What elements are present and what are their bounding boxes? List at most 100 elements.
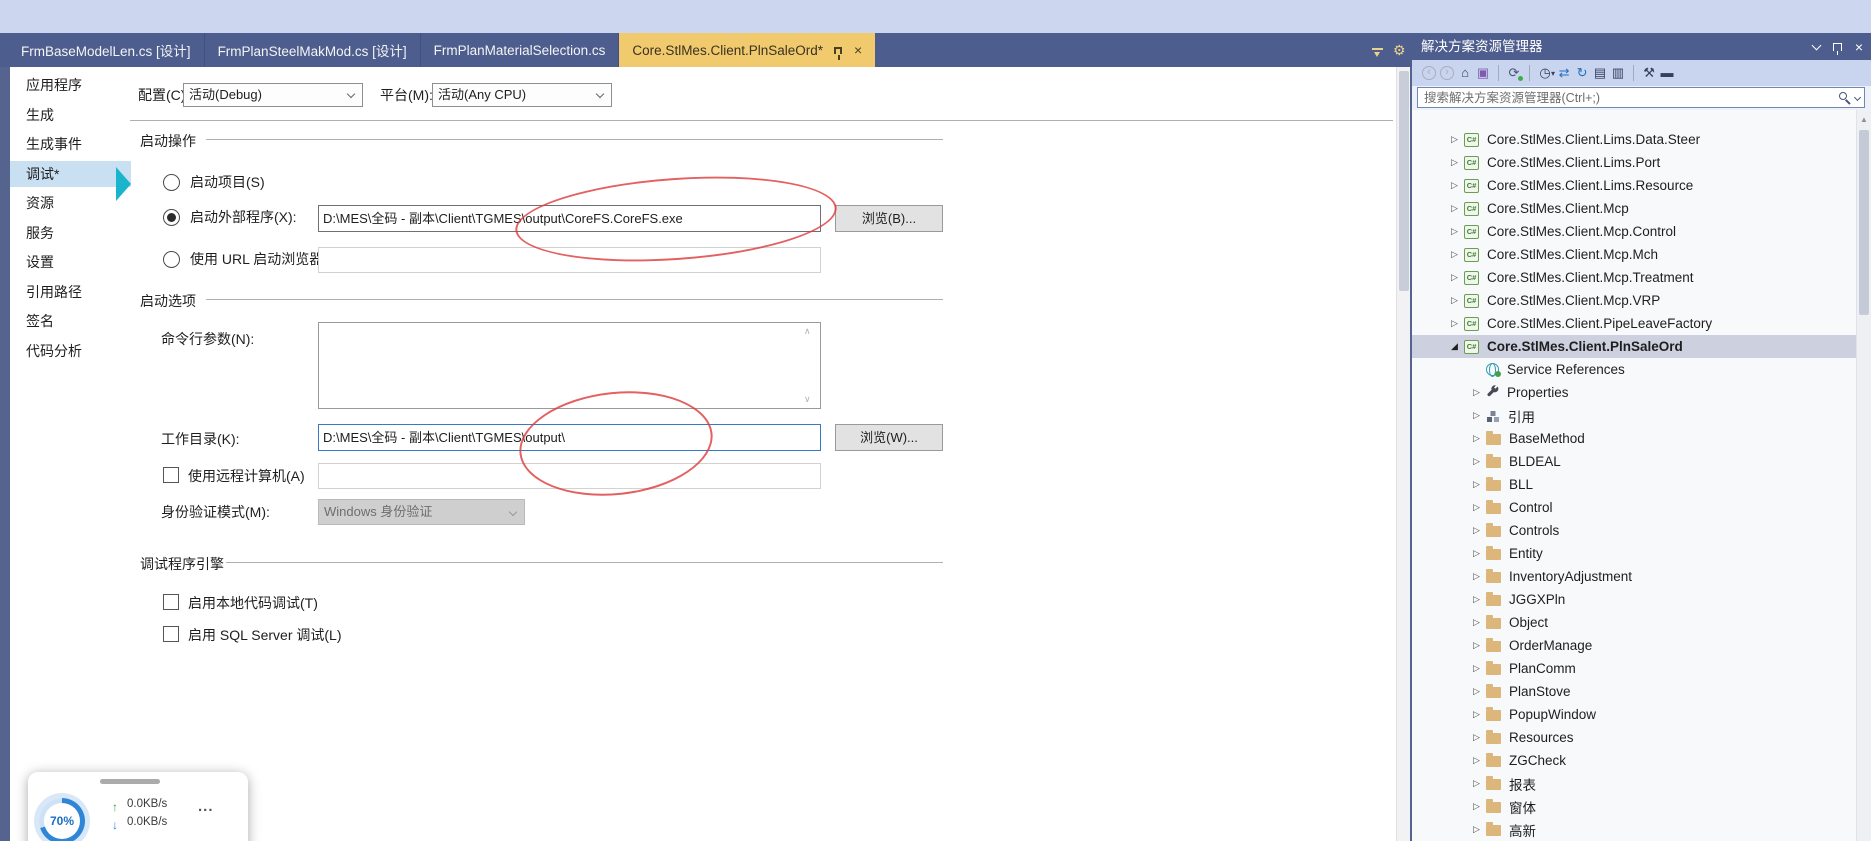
tree-row-core-stlmes-client-mcp-mch[interactable]: ▷C#Core.StlMes.Client.Mcp.Mch xyxy=(1412,243,1856,266)
browse-working-dir-button[interactable]: 浏览(W)... xyxy=(835,424,943,451)
browse-external-program-button[interactable]: 浏览(B)... xyxy=(835,205,943,232)
home-icon[interactable]: ⌂ xyxy=(1456,64,1474,82)
nav-item-9[interactable]: 签名 xyxy=(10,308,131,334)
nav-item-3[interactable]: 生成事件 xyxy=(10,131,131,157)
tree-row-core-stlmes-client-lims-data-steer[interactable]: ▷C#Core.StlMes.Client.Lims.Data.Steer xyxy=(1412,128,1856,151)
tree-expander-icon[interactable]: ▷ xyxy=(1470,525,1483,536)
tree-row-basemethod[interactable]: ▷BaseMethod xyxy=(1412,427,1856,450)
tree-expander-icon[interactable]: ▷ xyxy=(1470,755,1483,766)
refresh-icon[interactable]: ⇄ xyxy=(1555,64,1573,82)
net-monitor-widget[interactable]: 70% ↑ 0.0KB/s ↓ 0.0KB/s ... xyxy=(28,772,248,841)
nav-item-1[interactable]: 应用程序 xyxy=(10,72,131,98)
nav-item-8[interactable]: 引用路径 xyxy=(10,279,131,305)
tree-expander-icon[interactable]: ▷ xyxy=(1448,180,1461,191)
tree-expander-icon[interactable]: ▷ xyxy=(1470,824,1483,835)
tree-row-properties[interactable]: ▷Properties xyxy=(1412,381,1856,404)
tree-row-core-stlmes-client-lims-resource[interactable]: ▷C#Core.StlMes.Client.Lims.Resource xyxy=(1412,174,1856,197)
update-icon[interactable]: ↻ xyxy=(1573,64,1591,82)
tree-row-bldeal[interactable]: ▷BLDEAL xyxy=(1412,450,1856,473)
properties-icon[interactable]: ⚒ xyxy=(1640,64,1658,82)
drag-handle[interactable] xyxy=(100,779,160,784)
main-scrollbar[interactable] xyxy=(1396,67,1410,841)
tree-expander-icon[interactable]: ▷ xyxy=(1448,134,1461,145)
search-icon[interactable] xyxy=(1839,92,1847,100)
tree-row-inventoryadjustment[interactable]: ▷InventoryAdjustment xyxy=(1412,565,1856,588)
tree-row-entity[interactable]: ▷Entity xyxy=(1412,542,1856,565)
tree-row-core-stlmes-client-plnsaleord[interactable]: ◢C#Core.StlMes.Client.PlnSaleOrd xyxy=(1412,335,1856,358)
tree-row--[interactable]: ▷窗体 xyxy=(1412,795,1856,818)
tree-row-bll[interactable]: ▷BLL xyxy=(1412,473,1856,496)
tree-row--[interactable]: ▷高新 xyxy=(1412,818,1856,841)
forward-icon[interactable]: › xyxy=(1440,66,1454,80)
nav-item-10[interactable]: 代码分析 xyxy=(10,338,131,364)
tree-row-zgcheck[interactable]: ▷ZGCheck xyxy=(1412,749,1856,772)
pin-icon[interactable] xyxy=(834,47,842,54)
native-debug-checkbox[interactable] xyxy=(163,594,179,610)
tree-expander-icon[interactable]: ◢ xyxy=(1448,341,1461,352)
tree-expander-icon[interactable]: ▷ xyxy=(1448,157,1461,168)
tree-expander-icon[interactable]: ▷ xyxy=(1470,778,1483,789)
tree-expander-icon[interactable]: ▷ xyxy=(1470,548,1483,559)
external-program-radio[interactable] xyxy=(163,209,180,226)
tree-expander-icon[interactable]: ▷ xyxy=(1470,640,1483,651)
tree-expander-icon[interactable]: ▷ xyxy=(1470,456,1483,467)
tree-expander-icon[interactable]: ▷ xyxy=(1448,318,1461,329)
document-tab-3[interactable]: Core.StlMes.Client.PlnSaleOrd*× xyxy=(619,33,875,67)
nav-item-5[interactable]: 资源 xyxy=(10,190,131,216)
tree-expander-icon[interactable]: ▷ xyxy=(1470,387,1483,398)
tree-expander-icon[interactable]: ▷ xyxy=(1448,226,1461,237)
tree-expander-icon[interactable]: ▷ xyxy=(1470,686,1483,697)
copy-icon[interactable]: ▤ xyxy=(1591,64,1609,82)
scroll-up-icon[interactable]: ∧ xyxy=(804,327,811,336)
tree-expander-icon[interactable]: ▷ xyxy=(1470,709,1483,720)
tree-expander-icon[interactable]: ▷ xyxy=(1448,295,1461,306)
tree-expander-icon[interactable]: ▷ xyxy=(1470,801,1483,812)
tree-row-core-stlmes-client-mcp-vrp[interactable]: ▷C#Core.StlMes.Client.Mcp.VRP xyxy=(1412,289,1856,312)
tree-row--[interactable]: ▷引用 xyxy=(1412,404,1856,427)
sync-with-active-document-icon[interactable]: ⟳ xyxy=(1505,64,1523,82)
main-scrollbar-thumb[interactable] xyxy=(1399,71,1409,291)
nav-item-2[interactable]: 生成 xyxy=(10,102,131,128)
tree-row-object[interactable]: ▷Object xyxy=(1412,611,1856,634)
tree-row-core-stlmes-client-lims-port[interactable]: ▷C#Core.StlMes.Client.Lims.Port xyxy=(1412,151,1856,174)
tree-expander-icon[interactable]: ▷ xyxy=(1470,617,1483,628)
tree-expander-icon[interactable]: ▷ xyxy=(1470,433,1483,444)
tree-row-core-stlmes-client-mcp-treatment[interactable]: ▷C#Core.StlMes.Client.Mcp.Treatment xyxy=(1412,266,1856,289)
collapse-all-icon[interactable]: ▬ xyxy=(1658,64,1676,82)
solution-explorer-scrollbar[interactable]: ▲ xyxy=(1856,110,1871,841)
cmd-args-textarea[interactable] xyxy=(318,322,821,409)
tree-row-jggxpln[interactable]: ▷JGGXPln xyxy=(1412,588,1856,611)
tree-expander-icon[interactable]: ▷ xyxy=(1470,410,1483,421)
tree-expander-icon[interactable]: ▷ xyxy=(1448,249,1461,260)
chevron-down-icon[interactable] xyxy=(1811,40,1821,50)
tree-row-core-stlmes-client-mcp-control[interactable]: ▷C#Core.StlMes.Client.Mcp.Control xyxy=(1412,220,1856,243)
memory-gauge[interactable]: 70% xyxy=(39,798,85,841)
platform-combo[interactable]: 活动(Any CPU) xyxy=(432,83,612,107)
nav-item-6[interactable]: 服务 xyxy=(10,220,131,246)
duplicate-icon[interactable]: ▥ xyxy=(1609,64,1627,82)
tree-row-core-stlmes-client-pipeleavefactory[interactable]: ▷C#Core.StlMes.Client.PipeLeaveFactory xyxy=(1412,312,1856,335)
tree-row-core-stlmes-client-mcp[interactable]: ▷C#Core.StlMes.Client.Mcp xyxy=(1412,197,1856,220)
sql-debug-checkbox[interactable] xyxy=(163,626,179,642)
gear-icon[interactable]: ⚙ xyxy=(1393,42,1406,59)
document-tab-2[interactable]: FrmPlanMaterialSelection.cs xyxy=(421,33,620,67)
tree-row-plancomm[interactable]: ▷PlanComm xyxy=(1412,657,1856,680)
nav-item-7[interactable]: 设置 xyxy=(10,249,131,275)
tree-row-resources[interactable]: ▷Resources xyxy=(1412,726,1856,749)
tree-expander-icon[interactable]: ▷ xyxy=(1470,663,1483,674)
tree-expander-icon[interactable]: ▷ xyxy=(1470,732,1483,743)
tree-row-ordermanage[interactable]: ▷OrderManage xyxy=(1412,634,1856,657)
document-tab-1[interactable]: FrmPlanSteelMakMod.cs [设计] xyxy=(205,33,421,67)
configuration-combo[interactable]: 活动(Debug) xyxy=(183,83,363,107)
toolbar-overflow-icon[interactable] xyxy=(1372,48,1383,53)
back-icon[interactable]: ‹ xyxy=(1422,66,1436,80)
document-tab-0[interactable]: FrmBaseModelLen.cs [设计] xyxy=(8,33,205,67)
tree-expander-icon[interactable]: ▷ xyxy=(1448,272,1461,283)
tree-row-service-references[interactable]: Service References xyxy=(1412,358,1856,381)
tree-expander-icon[interactable]: ▷ xyxy=(1470,502,1483,513)
tree-row-planstove[interactable]: ▷PlanStove xyxy=(1412,680,1856,703)
tree-row--[interactable]: ▷报表 xyxy=(1412,772,1856,795)
scroll-up-icon[interactable]: ▲ xyxy=(1860,115,1868,124)
switch-views-icon[interactable]: ▣ xyxy=(1474,64,1492,82)
start-url-radio[interactable] xyxy=(163,251,180,268)
